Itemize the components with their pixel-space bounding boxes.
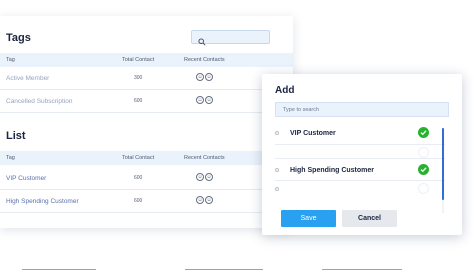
column-header-tag: Tag — [6, 57, 15, 63]
column-header-total: Total Contact — [122, 155, 155, 161]
avatar-icon: ☺ — [205, 196, 213, 204]
option-label: VIP Customer — [290, 130, 336, 137]
divider-line — [22, 269, 96, 270]
scrollbar-thumb[interactable] — [442, 128, 444, 200]
search-icon — [198, 33, 206, 51]
unchecked-icon — [418, 183, 429, 194]
cancel-button[interactable]: Cancel — [342, 210, 397, 227]
unchecked-icon — [418, 147, 429, 158]
table-row[interactable]: Cancelled Subscription 600 ☺ ☺ — [0, 90, 293, 113]
total-contact: 600 — [134, 198, 143, 204]
tags-table-header: Tag Total Contact Recent Contacts — [0, 53, 293, 67]
option-radio[interactable] — [275, 168, 279, 172]
dialog-search-input[interactable]: Type to search — [275, 102, 449, 117]
table-row[interactable]: Active Member 300 ☺ ☺ — [0, 67, 293, 90]
recent-contacts: ☺ ☺ — [196, 196, 213, 204]
recent-contacts: ☺ ☺ — [196, 173, 213, 181]
tags-search-input[interactable] — [191, 30, 270, 46]
option-radio[interactable] — [275, 187, 279, 191]
check-icon — [418, 164, 429, 175]
tag-name: Cancelled Subscription — [6, 98, 73, 105]
option-divider — [275, 158, 445, 159]
save-button[interactable]: Save — [281, 210, 336, 227]
tags-list-panel: Tags Tag Total Contact Recent Contacts A… — [0, 16, 293, 228]
avatar-icon: ☺ — [205, 73, 213, 81]
list-table-header: Tag Total Contact Recent Contacts — [0, 151, 293, 165]
option-divider — [275, 180, 445, 181]
list-name: VIP Customer — [6, 175, 47, 182]
option-divider — [275, 144, 445, 145]
option-label: High Spending Customer — [290, 167, 374, 174]
option-radio[interactable] — [275, 131, 279, 135]
total-contact: 600 — [134, 98, 143, 104]
list-name: High Spending Customer — [6, 198, 79, 205]
dialog-title: Add — [275, 85, 295, 96]
avatar-icon: ☺ — [196, 173, 204, 181]
table-row[interactable]: High Spending Customer 600 ☺ ☺ — [0, 190, 293, 213]
check-icon — [418, 127, 429, 138]
option-empty[interactable] — [275, 183, 443, 201]
column-header-total: Total Contact — [122, 57, 155, 63]
avatar-icon: ☺ — [205, 173, 213, 181]
divider-line — [322, 269, 402, 270]
total-contact: 600 — [134, 175, 143, 181]
table-row[interactable]: VIP Customer 600 ☺ ☺ — [0, 167, 293, 190]
avatar-icon: ☺ — [196, 96, 204, 104]
option-vip-customer[interactable]: VIP Customer — [275, 127, 443, 145]
avatar-icon: ☺ — [205, 96, 213, 104]
avatar-icon: ☺ — [196, 196, 204, 204]
list-section-title: List — [6, 130, 26, 142]
recent-contacts: ☺ ☺ — [196, 96, 213, 104]
recent-contacts: ☺ ☺ — [196, 73, 213, 81]
option-empty[interactable] — [275, 147, 443, 165]
total-contact: 300 — [134, 75, 143, 81]
divider-line — [185, 269, 263, 270]
add-dialog: Add Type to search VIP Customer High Spe… — [262, 74, 462, 235]
column-header-recent: Recent Contacts — [184, 155, 225, 161]
avatar-icon: ☺ — [196, 73, 204, 81]
tag-name: Active Member — [6, 75, 50, 82]
tags-section-title: Tags — [6, 32, 31, 44]
column-header-recent: Recent Contacts — [184, 57, 225, 63]
column-header-tag: Tag — [6, 155, 15, 161]
